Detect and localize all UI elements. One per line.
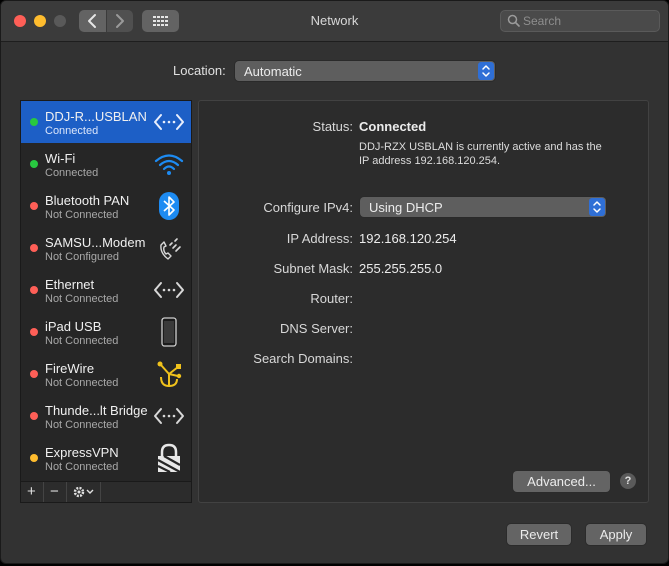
apply-button[interactable]: Apply	[586, 524, 646, 545]
service-item-wifi[interactable]: Wi-Fi Connected	[21, 143, 191, 185]
status-dot	[30, 412, 38, 420]
service-name: Thunde...lt Bridge	[45, 403, 148, 418]
search-icon	[507, 14, 520, 27]
status-dot	[30, 370, 38, 378]
status-dot	[30, 454, 38, 462]
search-domains-label: Search Domains:	[253, 351, 353, 366]
service-status: Connected	[45, 167, 99, 179]
service-status: Not Connected	[45, 293, 119, 305]
status-dot	[30, 328, 38, 336]
service-name: ExpressVPN	[45, 445, 119, 460]
service-list-toolbar: + −	[20, 481, 192, 503]
minus-icon: −	[50, 483, 59, 500]
service-status: Not Connected	[45, 377, 119, 389]
dns-server-label: DNS Server:	[280, 321, 353, 336]
subnet-mask-label: Subnet Mask:	[273, 261, 354, 276]
service-name: Ethernet	[45, 277, 95, 292]
service-name: FireWire	[45, 361, 95, 376]
vpn-lock-icon	[157, 443, 181, 473]
service-status: Connected	[45, 125, 99, 137]
location-value: Automatic	[244, 64, 302, 79]
service-name: Wi-Fi	[45, 151, 76, 166]
action-menu-button[interactable]	[67, 482, 101, 502]
service-status: Not Connected	[45, 209, 119, 221]
network-preferences-window: Network Search Location: Automatic DDJ-R…	[0, 0, 669, 564]
popup-arrows-icon	[478, 62, 494, 80]
location-popup[interactable]: Automatic	[235, 61, 495, 81]
service-status: Not Connected	[45, 461, 119, 473]
add-service-button[interactable]: +	[21, 482, 44, 502]
service-status: Not Connected	[45, 419, 119, 431]
service-name: SAMSU...Modem	[45, 235, 146, 250]
status-description: DDJ-RZX USBLAN is currently active and h…	[359, 141, 602, 167]
location-label: Location:	[173, 63, 226, 78]
subnet-mask-value: 255.255.255.0	[359, 261, 443, 276]
router-label: Router:	[310, 291, 353, 306]
service-item-expressvpn[interactable]: ExpressVPN Not Connected	[21, 437, 191, 479]
help-button[interactable]: ?	[620, 473, 636, 489]
service-item-thunderbolt-bridge[interactable]: Thunde...lt Bridge Not Connected	[21, 395, 191, 437]
configure-ipv4-popup[interactable]: Using DHCP	[360, 197, 606, 217]
ethernet-arrows-icon	[154, 408, 184, 424]
advanced-button[interactable]: Advanced...	[513, 471, 610, 492]
status-label: Status:	[312, 119, 353, 134]
configure-ipv4-value: Using DHCP	[369, 200, 443, 215]
ip-address-value: 192.168.120.254	[359, 231, 457, 246]
status-dot	[30, 118, 38, 126]
configure-ipv4-label: Configure IPv4:	[263, 200, 353, 215]
search-placeholder: Search	[523, 14, 562, 28]
revert-button[interactable]: Revert	[507, 524, 571, 545]
service-status: Not Connected	[45, 335, 119, 347]
service-name: Bluetooth PAN	[45, 193, 130, 208]
gear-icon	[73, 486, 94, 498]
ip-address-label: IP Address:	[286, 231, 353, 246]
status-dot	[30, 202, 38, 210]
wifi-icon	[154, 154, 184, 175]
service-status: Not Configured	[45, 251, 119, 263]
plus-icon: +	[27, 483, 36, 500]
status-dot	[30, 244, 38, 252]
service-name: DDJ-R...USBLAN	[45, 109, 147, 124]
status-value: Connected	[359, 119, 427, 134]
remove-service-button[interactable]: −	[44, 482, 67, 502]
popup-arrows-icon	[589, 198, 605, 216]
status-dot	[30, 286, 38, 294]
status-dot	[30, 160, 38, 168]
service-name: iPad USB	[45, 319, 102, 334]
title-bar: Network Search	[1, 1, 668, 42]
search-field[interactable]: Search	[500, 10, 660, 32]
